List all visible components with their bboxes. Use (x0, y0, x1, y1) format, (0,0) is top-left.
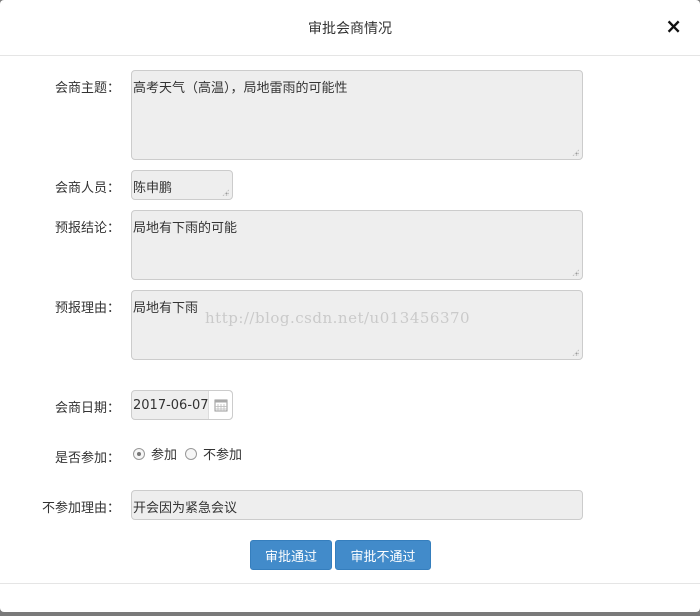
date-value: 2017-06-07 (133, 398, 209, 413)
reason-value: 局地有下雨 (133, 301, 199, 316)
dialog-header: 审批会商情况 × (0, 0, 700, 56)
absence-reason-input[interactable]: 开会因为紧急会议 (131, 490, 583, 520)
topic-textarea[interactable]: 高考天气（高温），局地雷雨的可能性 (131, 70, 583, 160)
resize-handle-icon[interactable] (572, 149, 579, 156)
conclusion-textarea[interactable]: 局地有下雨的可能 (131, 210, 583, 280)
reason-label: 预报理由： (54, 301, 120, 316)
page: 审批会商情况 × 会商主题： 高考天气（高温），局地雷雨的可能性 会商人员： 陈… (0, 0, 700, 616)
personnel-label: 会商人员： (54, 181, 120, 196)
close-icon[interactable]: × (665, 14, 682, 38)
participate-label: 是否参加： (54, 451, 120, 466)
resize-handle-icon[interactable] (572, 269, 579, 276)
radio-not-participate-label: 不参加 (203, 448, 243, 463)
absence-reason-label: 不参加理由： (41, 501, 120, 516)
dialog-title: 审批会商情况 (308, 21, 392, 37)
calendar-icon[interactable] (208, 391, 232, 419)
footer-divider (0, 583, 700, 584)
radio-participate[interactable]: 参加 (133, 444, 177, 463)
radio-unchecked-icon[interactable] (185, 447, 197, 460)
radio-participate-label: 参加 (151, 448, 178, 463)
radio-checked-icon[interactable] (133, 447, 145, 460)
conclusion-value: 局地有下雨的可能 (133, 221, 238, 236)
approval-dialog: 审批会商情况 × 会商主题： 高考天气（高温），局地雷雨的可能性 会商人员： 陈… (0, 0, 700, 612)
conclusion-label: 预报结论： (54, 221, 120, 236)
topic-label: 会商主题： (54, 81, 120, 96)
personnel-textarea[interactable]: 陈申鹏 (131, 170, 233, 200)
resize-handle-icon[interactable] (222, 189, 229, 196)
date-input[interactable]: 2017-06-07 (131, 390, 233, 420)
resize-handle-icon[interactable] (572, 349, 579, 356)
date-label: 会商日期： (54, 401, 120, 416)
radio-not-participate[interactable]: 不参加 (185, 444, 242, 463)
reason-textarea[interactable]: 局地有下雨 (131, 290, 583, 360)
absence-reason-value: 开会因为紧急会议 (133, 501, 238, 516)
topic-value: 高考天气（高温），局地雷雨的可能性 (133, 81, 348, 96)
approve-button[interactable]: 审批通过 (250, 540, 332, 570)
personnel-value: 陈申鹏 (133, 181, 173, 196)
reject-button[interactable]: 审批不通过 (335, 540, 431, 570)
